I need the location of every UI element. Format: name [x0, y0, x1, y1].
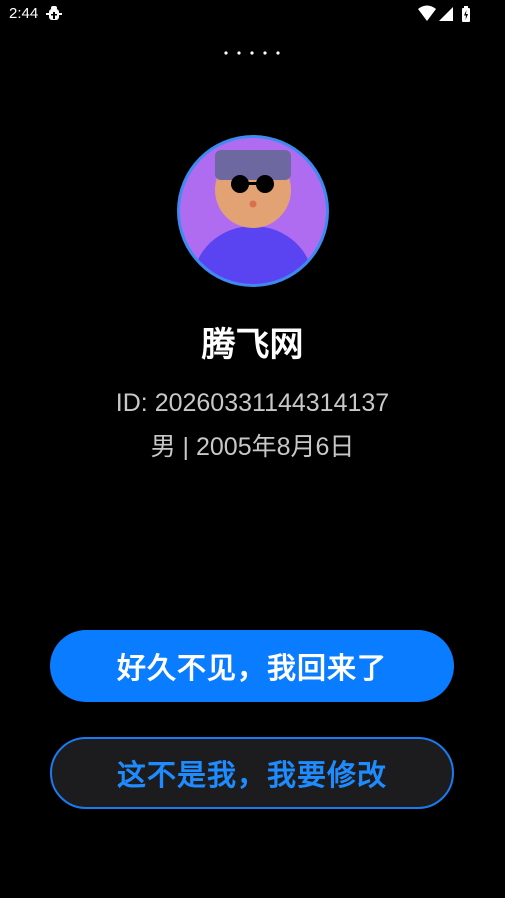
user-id: ID: 20260331144314137: [115, 389, 390, 417]
page-indicator: [224, 41, 284, 55]
confirm-return-button[interactable]: 好久不见，我回来了: [50, 630, 454, 702]
bug-icon: [46, 4, 62, 22]
status-icons: [418, 5, 480, 23]
signal-icon: [439, 7, 453, 21]
wifi-icon: [418, 5, 436, 21]
not-me-modify-button[interactable]: 这不是我，我要修改: [50, 737, 454, 809]
avatar: [176, 134, 330, 288]
user-gender-birthday: 男 | 2005年8月6日: [150, 433, 355, 461]
battery-icon: [462, 6, 470, 22]
user-name: 腾飞网: [201, 325, 304, 365]
login-confirm-screen: 2:44 腾飞网 ID: 20260331144314137 男 | 2005年…: [0, 0, 505, 898]
status-bar: 2:44: [0, 0, 505, 28]
status-time: 2:44: [9, 5, 39, 22]
